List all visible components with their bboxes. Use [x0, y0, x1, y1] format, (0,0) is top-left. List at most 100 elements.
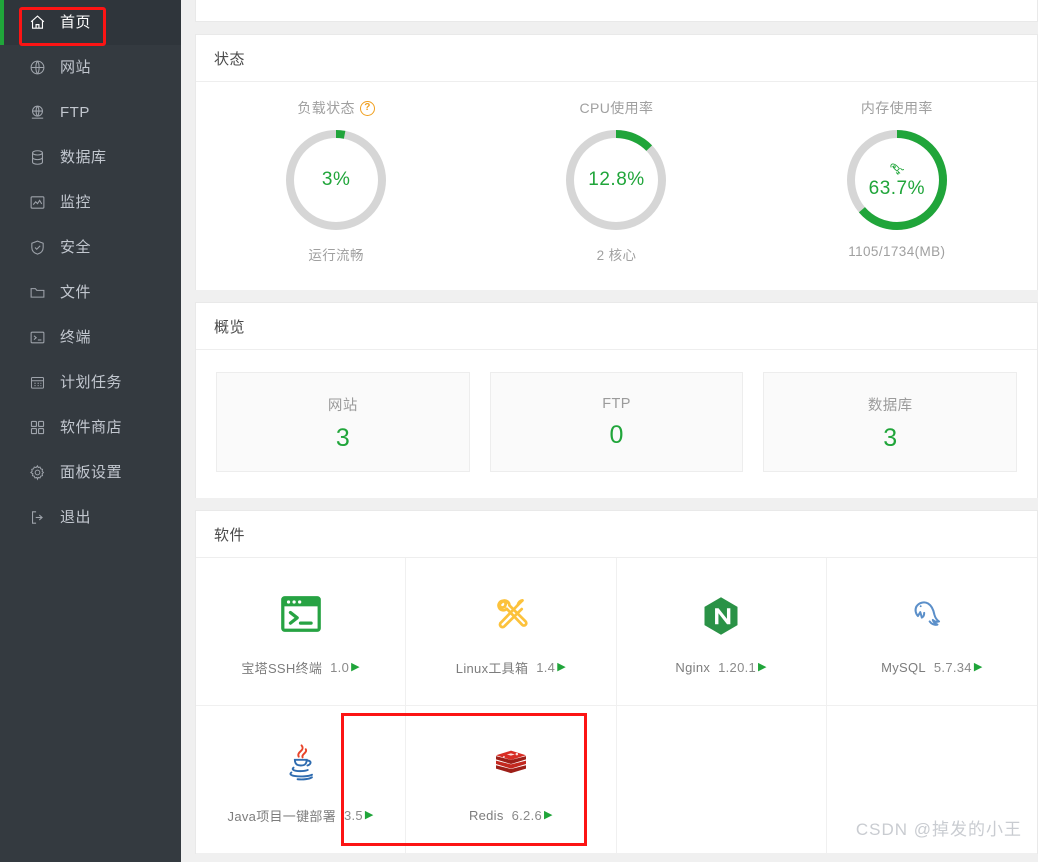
- monitor-icon: [28, 193, 47, 212]
- gauge-row: 负载状态? 3% 运行流畅 CPU使用率 12.8% 2 核心 内存使用率 63.7% 1105…: [196, 82, 1037, 290]
- software-cell-Linux工具箱[interactable]: Linux工具箱 1.4 ▶: [406, 558, 617, 706]
- globe-icon: [28, 58, 47, 77]
- terminal-icon: [28, 328, 47, 347]
- software-card: 软件 宝塔SSH终端 1.0 ▶ Linux工具箱 1.4 ▶ Nginx 1.20.1…: [195, 510, 1038, 854]
- status-card: 状态 负载状态? 3% 运行流畅 CPU使用率 12.8% 2 核心 内存使用率 63.7% 1…: [195, 34, 1038, 290]
- gauge-caption-wrap: CPU使用率: [580, 98, 654, 118]
- software-version: 3.5: [343, 808, 363, 823]
- play-icon[interactable]: ▶: [557, 662, 566, 673]
- sidebar-item-计划任务[interactable]: 计划任务: [0, 360, 181, 405]
- software-label: Nginx 1.20.1 ▶: [675, 660, 766, 675]
- sidebar-item-数据库[interactable]: 数据库: [0, 135, 181, 180]
- overview-box-label: 网站: [327, 397, 358, 414]
- sidebar-item-退出[interactable]: 退出: [0, 495, 181, 540]
- software-name: Redis: [468, 808, 504, 823]
- gear-icon: [28, 463, 47, 482]
- bt-panel-root: 首页 网站 FTP 数据库 监控 安全 文件 终端 计划任务 软件商店 面板设置 退出 状态 负载状态…: [0, 0, 1038, 862]
- play-icon[interactable]: ▶: [351, 662, 360, 673]
- software-cell-Redis[interactable]: Redis 6.2.6 ▶: [406, 706, 617, 854]
- software-version: 1.20.1: [718, 660, 757, 675]
- overview-card-header: 概览: [196, 303, 1037, 350]
- overview-box-count: 3: [883, 423, 898, 452]
- sidebar-item-FTP[interactable]: FTP: [0, 90, 181, 135]
- sidebar-item-网站[interactable]: 网站: [0, 45, 181, 90]
- nginx-icon: [699, 588, 743, 644]
- sidebar-item-面板设置[interactable]: 面板设置: [0, 450, 181, 495]
- ftp-icon: [28, 103, 47, 122]
- java-icon: [280, 734, 322, 790]
- gauge-value: 3%: [321, 169, 351, 190]
- software-cell-Nginx[interactable]: Nginx 1.20.1 ▶: [616, 558, 827, 706]
- folder-icon: [28, 283, 47, 302]
- terminal-window-icon: [278, 586, 324, 642]
- overview-box-count: 0: [609, 421, 624, 449]
- software-card-header: 软件: [196, 511, 1037, 558]
- gauge-sublabel: 2 核心: [596, 248, 637, 263]
- gauge-sublabel: 1105/1734(MB): [848, 244, 946, 259]
- software-version: 6.2.6: [511, 808, 543, 823]
- gauge-caption-wrap: 内存使用率: [861, 98, 933, 118]
- software-cell-empty: [616, 706, 827, 854]
- software-grid: 宝塔SSH终端 1.0 ▶ Linux工具箱 1.4 ▶ Nginx 1.20.1 ▶ My…: [196, 558, 1037, 854]
- gauge-ring: 63.7%: [843, 126, 951, 234]
- gauge-value-wrap: 12.8%: [562, 126, 670, 234]
- home-icon: [28, 13, 47, 32]
- sidebar: 首页网站 FTP 数据库监控安全文件终端计划任务软件商店面板设置退出: [0, 0, 181, 862]
- overview-box-数据库[interactable]: 数据库 3: [763, 372, 1018, 472]
- software-cell-Java项目一键部署[interactable]: Java项目一键部署 3.5 ▶: [196, 706, 407, 854]
- sidebar-item-label: 首页: [60, 14, 92, 31]
- overview-box-网站[interactable]: 网站 3: [216, 372, 470, 472]
- gauge-caption-wrap: 负载状态?: [297, 98, 375, 118]
- sidebar-item-首页[interactable]: 首页: [0, 0, 181, 45]
- main-content: 状态 负载状态? 3% 运行流畅 CPU使用率 12.8% 2 核心 内存使用率 63.7% 1…: [181, 0, 1038, 862]
- software-cell-宝塔SSH终端[interactable]: 宝塔SSH终端 1.0 ▶: [196, 558, 407, 706]
- software-label: MySQL 5.7.34 ▶: [881, 660, 982, 675]
- logout-icon: [28, 508, 47, 527]
- gauge-caption: 负载状态: [297, 100, 355, 116]
- sidebar-item-文件[interactable]: 文件: [0, 270, 181, 315]
- gauge-value-wrap: 3%: [282, 126, 390, 234]
- calendar-icon: [28, 373, 47, 392]
- sidebar-item-label: 退出: [60, 509, 92, 526]
- software-label: Java项目一键部署 3.5 ▶: [228, 806, 374, 825]
- software-name: MySQL: [881, 660, 926, 675]
- grid-icon: [28, 418, 47, 437]
- sidebar-item-label: FTP: [60, 104, 90, 121]
- gauge-1: CPU使用率 12.8% 2 核心: [476, 98, 756, 264]
- sidebar-item-label: 文件: [60, 284, 92, 301]
- play-icon[interactable]: ▶: [758, 662, 767, 673]
- overview-box-count: 3: [335, 423, 350, 452]
- sidebar-item-终端[interactable]: 终端: [0, 315, 181, 360]
- gauge-ring: 12.8%: [562, 126, 670, 234]
- rocket-icon: [888, 160, 905, 177]
- sidebar-item-label: 网站: [60, 59, 92, 76]
- sidebar-item-监控[interactable]: 监控: [0, 180, 181, 225]
- status-title: 状态: [214, 50, 246, 68]
- overview-title: 概览: [214, 318, 246, 336]
- overview-box-label: 数据库: [867, 397, 913, 414]
- database-icon: [28, 148, 47, 167]
- gauge-0: 负载状态? 3% 运行流畅: [196, 98, 476, 264]
- sidebar-nav-list: 首页网站 FTP 数据库监控安全文件终端计划任务软件商店面板设置退出: [0, 0, 181, 540]
- gauge-ring: 3%: [282, 126, 390, 234]
- software-label: 宝塔SSH终端 1.0 ▶: [241, 658, 360, 677]
- software-version: 1.4: [536, 660, 556, 675]
- sidebar-item-label: 终端: [60, 329, 92, 346]
- overview-card: 概览 网站 3 FTP 0 数据库 3: [195, 302, 1038, 498]
- sidebar-item-label: 数据库: [60, 149, 107, 166]
- play-icon[interactable]: ▶: [365, 810, 374, 821]
- play-icon[interactable]: ▶: [544, 810, 553, 821]
- software-title: 软件: [214, 526, 246, 544]
- sidebar-item-label: 软件商店: [60, 419, 123, 436]
- overview-box-label: FTP: [602, 396, 631, 412]
- sidebar-item-安全[interactable]: 安全: [0, 225, 181, 270]
- software-version: 1.0: [330, 660, 350, 675]
- gauge-value: 63.7%: [868, 178, 925, 199]
- software-cell-MySQL[interactable]: MySQL 5.7.34 ▶: [826, 558, 1037, 706]
- overview-box-FTP[interactable]: FTP 0: [489, 372, 744, 472]
- play-icon[interactable]: ▶: [974, 662, 983, 673]
- sidebar-item-软件商店[interactable]: 软件商店: [0, 405, 181, 450]
- help-icon[interactable]: ?: [359, 100, 375, 116]
- gauge-2: 内存使用率 63.7% 1105/1734(MB): [757, 98, 1037, 264]
- sidebar-item-label: 安全: [60, 239, 92, 256]
